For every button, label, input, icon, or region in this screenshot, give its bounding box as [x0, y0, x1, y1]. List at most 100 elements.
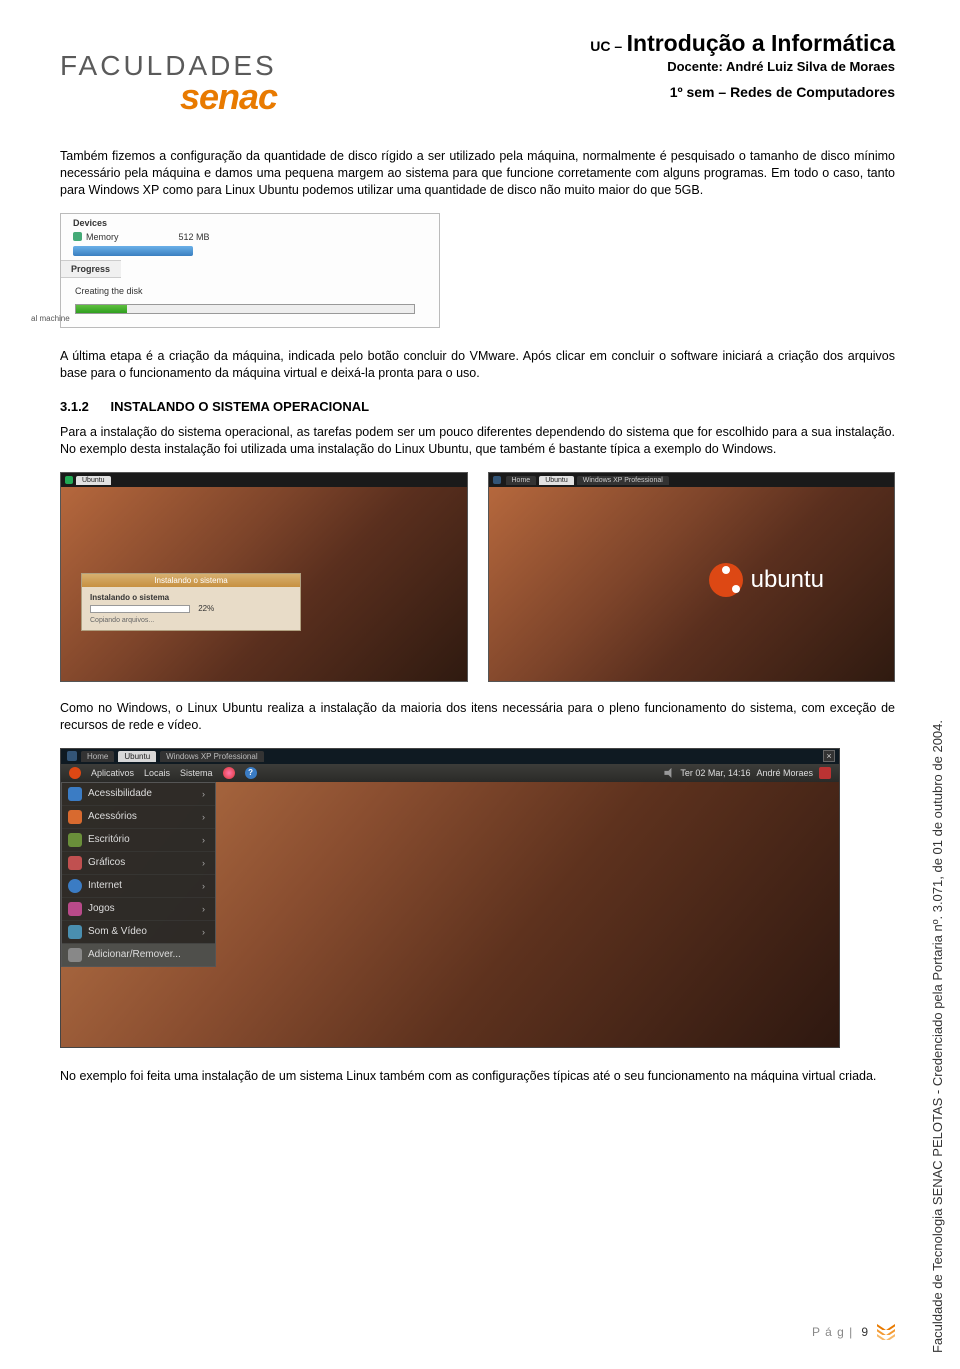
page-footer: P á g | 9	[812, 1324, 895, 1339]
memory-label: Memory	[86, 232, 119, 242]
menu-item-adicionar-remover[interactable]: Adicionar/Remover...	[62, 943, 215, 966]
progress-bar-fill	[76, 305, 127, 313]
menu-item-acessibilidade[interactable]: Acessibilidade ›	[62, 783, 215, 805]
page-header: FACULDADES senac UC – Introdução a Infor…	[60, 30, 895, 118]
menu-locais[interactable]: Locais	[144, 768, 170, 778]
page-label: P á g |	[812, 1325, 853, 1339]
header-right: UC – Introdução a Informática Docente: A…	[590, 30, 895, 100]
chevron-right-icon: ›	[202, 904, 205, 914]
dual-screenshots: Ubuntu Instalando o sistema Instalando o…	[60, 472, 895, 682]
memory-icon	[73, 232, 82, 241]
chevron-right-icon: ›	[202, 835, 205, 845]
install-progress-pct: 22%	[198, 604, 214, 613]
tab-ubuntu[interactable]: Ubuntu	[76, 476, 111, 485]
memory-row: Memory 512 MB	[61, 230, 439, 244]
memory-value: 512 MB	[179, 232, 210, 242]
add-remove-icon	[68, 948, 82, 962]
tab-winxp[interactable]: Windows XP Professional	[577, 476, 669, 485]
pc-icon	[65, 476, 73, 484]
sound-video-icon	[68, 925, 82, 939]
progress-bar	[75, 304, 415, 314]
creating-label: Creating the disk	[61, 278, 439, 300]
menu-item-label: Jogos	[88, 903, 115, 914]
section-number: 3.1.2	[60, 399, 89, 414]
screenshot-ubuntu-desktop: Home Ubuntu Windows XP Professional × Ap…	[60, 748, 840, 1048]
tab-winxp[interactable]: Windows XP Professional	[160, 751, 263, 762]
gnome-menubar: Aplicativos Locais Sistema ? Ter 02 Mar,…	[61, 764, 839, 782]
ubuntu-logo: ubuntu	[709, 563, 824, 597]
section-title: INSTALANDO O SISTEMA OPERACIONAL	[111, 399, 370, 414]
menu-item-label: Gráficos	[88, 857, 125, 868]
tab-ubuntu[interactable]: Ubuntu	[118, 751, 156, 762]
firefox-icon[interactable]	[223, 767, 235, 779]
menu-item-label: Som & Vídeo	[88, 926, 147, 937]
home-icon	[493, 476, 501, 484]
menu-item-graficos[interactable]: Gráficos ›	[62, 851, 215, 874]
section-heading: 3.1.2 INSTALANDO O SISTEMA OPERACIONAL	[60, 399, 895, 414]
progress-tab: Progress	[61, 260, 121, 278]
vm-topbar: Home Ubuntu Windows XP Professional ×	[61, 749, 839, 764]
logo-bottom-text: senac	[180, 76, 277, 118]
menu-item-jogos[interactable]: Jogos ›	[62, 897, 215, 920]
subhead: 1º sem – Redes de Computadores	[590, 84, 895, 100]
al-machine-label: al machine	[31, 314, 70, 323]
paragraph-1: Também fizemos a configuração da quantid…	[60, 148, 895, 199]
chevron-down-icon	[877, 1324, 895, 1339]
vm-tabs: Ubuntu	[61, 473, 467, 487]
menu-item-acessorios[interactable]: Acessórios›	[62, 805, 215, 828]
menu-item-label: Escritório	[88, 834, 130, 845]
internet-icon	[68, 879, 82, 893]
screenshot-ubuntu-splash: Home Ubuntu Windows XP Professional ubun…	[488, 472, 896, 682]
user-name[interactable]: André Moraes	[756, 768, 813, 778]
tab-ubuntu[interactable]: Ubuntu	[539, 476, 574, 485]
paragraph-5: No exemplo foi feita uma instalação de u…	[60, 1068, 895, 1085]
close-icon[interactable]: ×	[823, 750, 835, 762]
home-icon	[67, 751, 77, 761]
accessibility-icon	[68, 787, 82, 801]
senac-logo: FACULDADES senac	[60, 30, 277, 118]
menu-item-escritorio[interactable]: Escritório ›	[62, 828, 215, 851]
accessories-icon	[68, 810, 82, 824]
paragraph-4: Como no Windows, o Linux Ubuntu realiza …	[60, 700, 895, 734]
ubuntu-menu-icon	[69, 767, 81, 779]
chevron-right-icon: ›	[202, 858, 205, 868]
vertical-credentials: Faculdade de Tecnologia SENAC PELOTAS - …	[930, 720, 945, 1353]
games-icon	[68, 902, 82, 916]
power-icon[interactable]	[819, 767, 831, 779]
speaker-icon[interactable]	[664, 768, 674, 778]
menu-item-internet[interactable]: Internet ›	[62, 874, 215, 897]
install-dialog: Instalando o sistema Instalando o sistem…	[81, 573, 301, 631]
chevron-right-icon: ›	[202, 789, 205, 799]
devices-label: Devices	[61, 214, 439, 230]
chevron-right-icon: ›	[202, 812, 205, 822]
uc-prefix: UC –	[590, 38, 622, 54]
aplicativos-dropdown: Acessibilidade› Acessórios› Escritório› …	[61, 782, 216, 967]
selected-device-row	[73, 246, 193, 256]
paragraph-2: A última etapa é a criação da máquina, i…	[60, 348, 895, 382]
menu-item-label: Adicionar/Remover...	[88, 949, 181, 960]
help-icon[interactable]: ?	[245, 767, 257, 779]
menu-sistema[interactable]: Sistema	[180, 768, 213, 778]
install-progress-bar	[90, 605, 190, 613]
menu-aplicativos[interactable]: Aplicativos	[91, 768, 134, 778]
paragraph-3: Para a instalação do sistema operacional…	[60, 424, 895, 458]
office-icon	[68, 833, 82, 847]
tab-home[interactable]: Home	[506, 476, 537, 485]
clock-text[interactable]: Ter 02 Mar, 14:16	[680, 768, 750, 778]
page-number: 9	[861, 1325, 869, 1339]
chevron-right-icon: ›	[202, 881, 205, 891]
menu-item-label: Internet	[88, 880, 122, 891]
menu-item-label: Acessibilidade	[88, 788, 152, 799]
tab-home[interactable]: Home	[81, 751, 114, 762]
chevron-right-icon: ›	[202, 927, 205, 937]
menu-item-som-video[interactable]: Som & Vídeo ›	[62, 920, 215, 943]
figure-creating-disk: Devices Memory 512 MB Progress Creating …	[60, 213, 440, 328]
dialog-heading: Instalando o sistema	[90, 593, 292, 602]
ubuntu-word: ubuntu	[751, 566, 824, 594]
install-status-text: Copiando arquivos...	[90, 617, 292, 624]
vm-tabs-right: Home Ubuntu Windows XP Professional	[489, 473, 895, 487]
graphics-icon	[68, 856, 82, 870]
docente: Docente: André Luiz Silva de Moraes	[590, 59, 895, 74]
ubuntu-circle-icon	[709, 563, 743, 597]
dialog-title: Instalando o sistema	[82, 574, 300, 587]
